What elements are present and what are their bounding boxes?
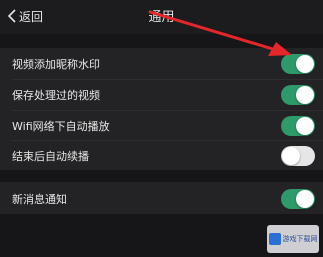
toggle-knob: [296, 54, 314, 73]
page-title: 通用: [148, 10, 175, 25]
wifi-autoplay-toggle[interactable]: [281, 115, 315, 136]
toggle-knob: [296, 85, 314, 104]
save-processed-toggle[interactable]: [281, 84, 315, 105]
settings-group-general: 视频添加昵称水印 保存处理过的视频 Wifi网络下自动播放 结束后自动续播: [0, 48, 323, 170]
toggle-knob: [296, 116, 314, 135]
navigation-bar: 返回 通用: [0, 0, 323, 34]
setting-label: 保存处理过的视频: [12, 88, 100, 102]
setting-row-save-processed: 保存处理过的视频: [0, 80, 323, 109]
setting-label: 视频添加昵称水印: [12, 57, 100, 71]
settings-group-notifications: 新消息通知: [0, 182, 323, 214]
site-watermark-logo: 游戏下载网: [267, 225, 319, 253]
setting-row-new-message: 新消息通知: [0, 184, 323, 213]
watermark-icon: [268, 233, 281, 245]
watermark-text: 游戏下载网: [282, 235, 318, 243]
setting-label: Wifi网络下自动播放: [12, 119, 110, 133]
new-message-toggle[interactable]: [281, 188, 315, 209]
section-spacer: [0, 170, 323, 182]
auto-continue-toggle[interactable]: [281, 145, 315, 166]
setting-row-wifi-autoplay: Wifi网络下自动播放: [0, 111, 323, 140]
setting-label: 结束后自动续播: [12, 149, 89, 163]
setting-row-watermark: 视频添加昵称水印: [0, 49, 323, 78]
setting-label: 新消息通知: [12, 192, 67, 206]
setting-row-auto-continue: 结束后自动续播: [0, 141, 323, 170]
watermark-toggle[interactable]: [281, 53, 315, 74]
toggle-knob: [296, 189, 314, 208]
toggle-knob: [282, 146, 300, 165]
section-spacer: [0, 34, 323, 48]
